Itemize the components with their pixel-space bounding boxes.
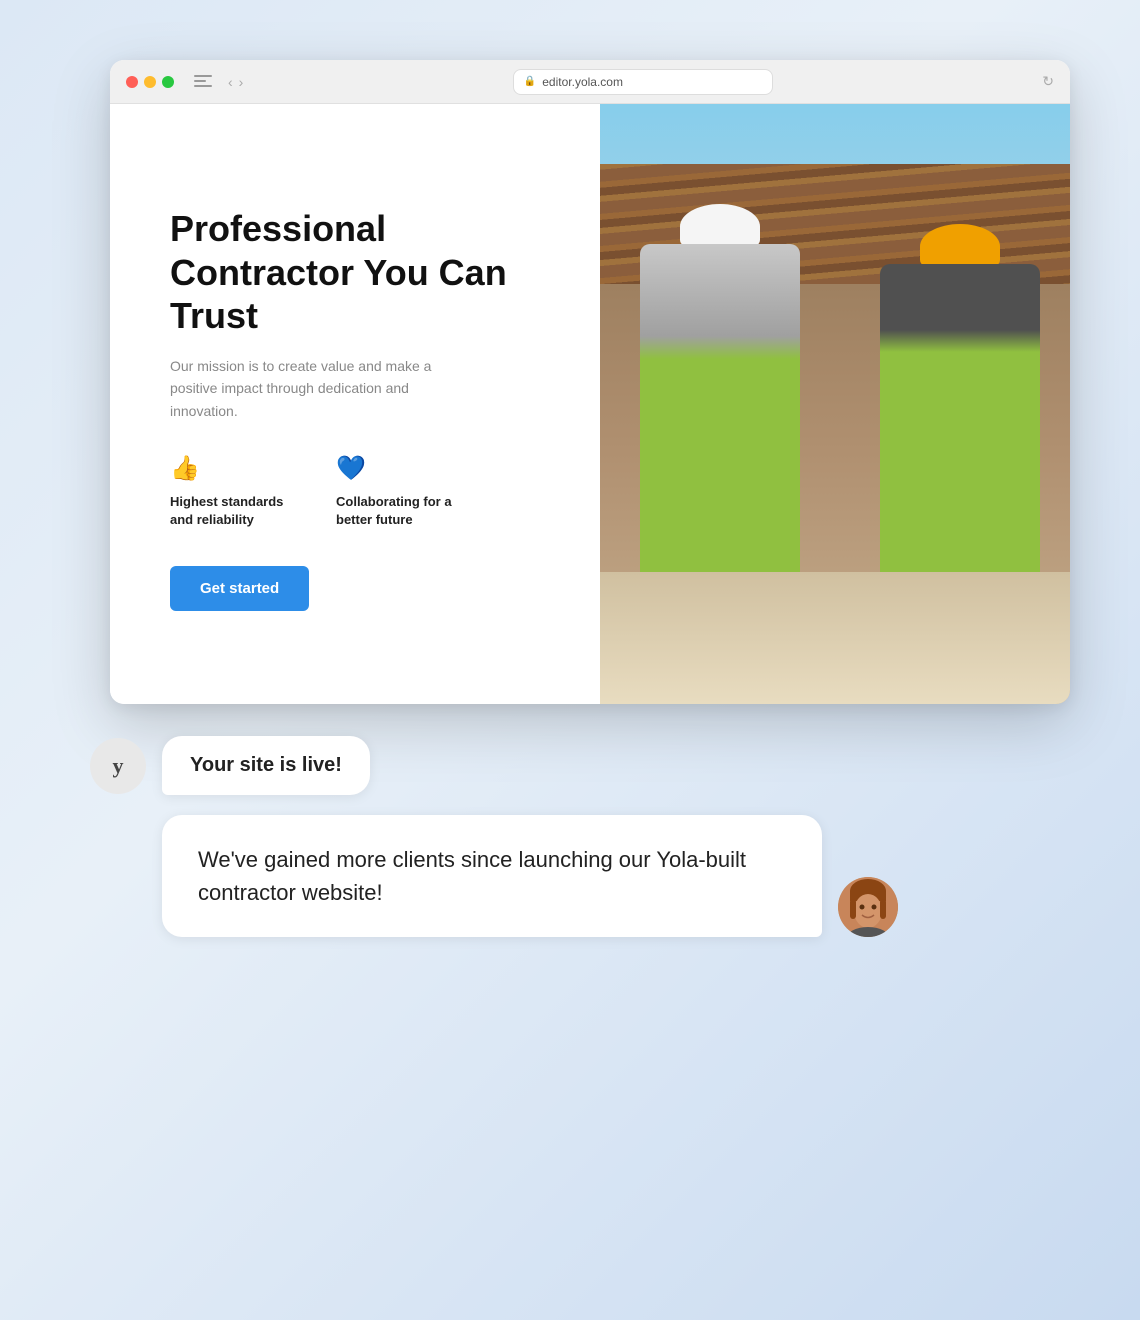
lock-icon: 🔒 — [524, 76, 536, 87]
chat-message-1: Your site is live! — [190, 754, 342, 776]
sidebar-toggle-icon[interactable] — [194, 75, 212, 89]
minimize-button[interactable] — [144, 76, 156, 88]
chat-bubble-2: We've gained more clients since launchin… — [162, 815, 822, 937]
hardhat-right — [920, 224, 1000, 269]
feature-item-1: 👍 Highest standards and reliability — [170, 454, 300, 529]
browser-window: ‹ › 🔒 editor.yola.com ↻ Professional Con… — [110, 60, 1070, 704]
construction-photo — [600, 104, 1070, 704]
site-content: Professional Contractor You Can Trust Ou… — [110, 104, 1070, 704]
thumbs-up-icon: 👍 — [170, 454, 300, 483]
back-button[interactable]: ‹ — [228, 74, 233, 90]
photo-bottom — [600, 572, 1070, 704]
close-button[interactable] — [126, 76, 138, 88]
features-row: 👍 Highest standards and reliability 💙 Co… — [170, 454, 550, 529]
hardhat-left — [680, 204, 760, 249]
browser-titlebar: ‹ › 🔒 editor.yola.com ↻ — [110, 60, 1070, 104]
forward-button[interactable]: › — [239, 74, 244, 90]
site-description: Our mission is to create value and make … — [170, 355, 470, 422]
chat-section: y Your site is live! We've gained more c… — [50, 736, 1090, 937]
feature-item-2: 💙 Collaborating for a better future — [336, 454, 466, 529]
avatar-svg — [838, 877, 898, 937]
nav-arrows: ‹ › — [228, 74, 243, 90]
chat-message-2: We've gained more clients since launchin… — [198, 847, 746, 905]
url-text: editor.yola.com — [542, 75, 623, 89]
feature-1-label: Highest standards and reliability — [170, 493, 300, 529]
site-right-photo — [600, 104, 1070, 704]
chat-row-2: We've gained more clients since launchin… — [162, 815, 1050, 937]
page-title: Professional Contractor You Can Trust — [170, 207, 550, 337]
heart-icon: 💙 — [336, 454, 466, 483]
user-avatar — [838, 877, 898, 937]
feature-2-label: Collaborating for a better future — [336, 493, 466, 529]
traffic-lights — [126, 76, 174, 88]
site-left-panel: Professional Contractor You Can Trust Ou… — [110, 104, 600, 704]
reload-button[interactable]: ↻ — [1042, 73, 1054, 90]
yola-avatar: y — [90, 738, 146, 794]
chat-bubble-1: Your site is live! — [162, 736, 370, 795]
maximize-button[interactable] — [162, 76, 174, 88]
chat-row-1: y Your site is live! — [90, 736, 1050, 795]
address-bar-container: 🔒 editor.yola.com — [255, 69, 1030, 95]
address-bar[interactable]: 🔒 editor.yola.com — [513, 69, 773, 95]
get-started-button[interactable]: Get started — [170, 566, 309, 611]
